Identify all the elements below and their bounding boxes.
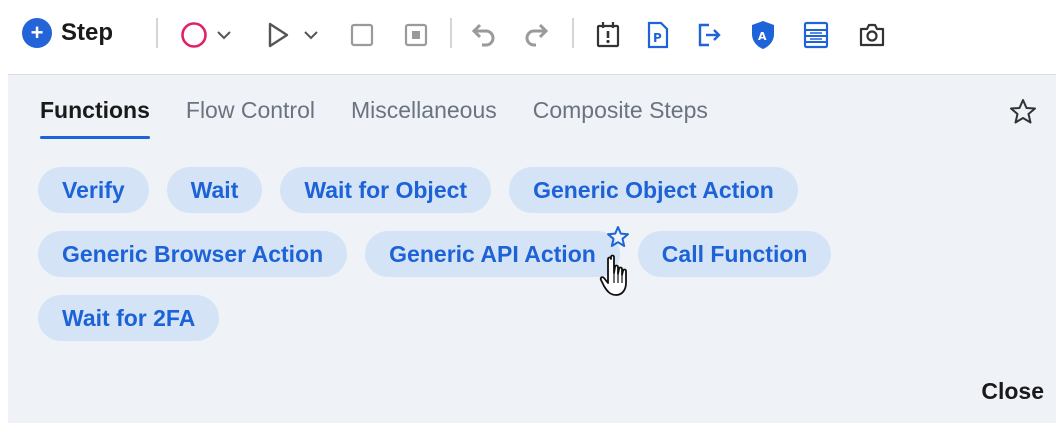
chip-generic-api-action[interactable]: Generic API Action (365, 226, 629, 277)
add-step-label: Step (61, 19, 114, 46)
stop-button[interactable] (346, 19, 378, 51)
favorites-button[interactable] (1008, 97, 1038, 127)
favorite-star-icon[interactable] (606, 225, 630, 249)
chip-row: Generic Browser Action Generic API Actio… (38, 226, 1018, 277)
chevron-down-icon (304, 31, 318, 40)
toolbar-divider (450, 18, 452, 48)
run-icon (268, 22, 289, 48)
chip-wait-for-2fa[interactable]: Wait for 2FA (38, 295, 220, 341)
chip-row: Wait for 2FA (38, 295, 1018, 341)
function-list: Verify Wait Wait for Object Generic Obje… (38, 167, 1018, 359)
chip-call-function[interactable]: Call Function (637, 231, 832, 277)
tab-flow-control[interactable]: Flow Control (186, 97, 315, 137)
datatable-button[interactable] (800, 18, 832, 52)
export-button[interactable] (693, 18, 725, 52)
security-button[interactable]: A (746, 17, 780, 53)
run-button[interactable] (262, 19, 294, 51)
toolbar-divider (156, 18, 158, 48)
redo-icon (525, 23, 549, 47)
chip-wait[interactable]: Wait (166, 167, 263, 213)
chip-wait-for-object[interactable]: Wait for Object (280, 167, 492, 213)
export-icon (698, 23, 721, 47)
svg-text:P: P (653, 31, 662, 45)
checkpoint-icon (596, 22, 620, 48)
screenshot-button[interactable] (855, 18, 889, 52)
undo-icon (471, 23, 495, 47)
record-options-button[interactable] (213, 22, 235, 48)
svg-text:A: A (758, 30, 767, 43)
run-options-button[interactable] (300, 22, 322, 48)
tab-miscellaneous[interactable]: Miscellaneous (351, 97, 497, 137)
record-icon (181, 22, 207, 48)
checkpoint-button[interactable] (592, 18, 624, 52)
tab-bar: Functions Flow Control Miscellaneous Com… (40, 97, 744, 139)
chip-row: Verify Wait Wait for Object Generic Obje… (38, 167, 1018, 213)
toolbar-divider (572, 18, 574, 48)
undo-button[interactable] (466, 19, 500, 51)
add-step-button[interactable]: + Step (22, 14, 113, 52)
toolbar: + Step P A (0, 0, 1064, 72)
chip-label: Generic API Action (389, 240, 596, 267)
add-step-icon: + (22, 18, 52, 48)
chip-verify[interactable]: Verify (38, 167, 149, 213)
tab-functions[interactable]: Functions (40, 97, 150, 139)
chip-generic-browser-action[interactable]: Generic Browser Action (38, 231, 348, 277)
chevron-down-icon (217, 31, 231, 40)
pause-icon (404, 23, 428, 47)
step-picker-panel: Functions Flow Control Miscellaneous Com… (8, 74, 1056, 423)
redo-button[interactable] (520, 19, 554, 51)
shield-icon: A (752, 21, 774, 49)
stop-icon (350, 23, 374, 47)
chip-generic-object-action[interactable]: Generic Object Action (509, 167, 798, 213)
record-button[interactable] (178, 19, 210, 51)
parameter-button[interactable]: P (642, 18, 674, 52)
datatable-icon (803, 21, 829, 49)
tab-composite-steps[interactable]: Composite Steps (533, 97, 708, 137)
star-icon (1010, 99, 1036, 124)
pause-button[interactable] (400, 19, 432, 51)
parameter-icon: P (647, 21, 669, 49)
close-button[interactable]: Close (981, 378, 1044, 405)
camera-icon (859, 23, 885, 47)
